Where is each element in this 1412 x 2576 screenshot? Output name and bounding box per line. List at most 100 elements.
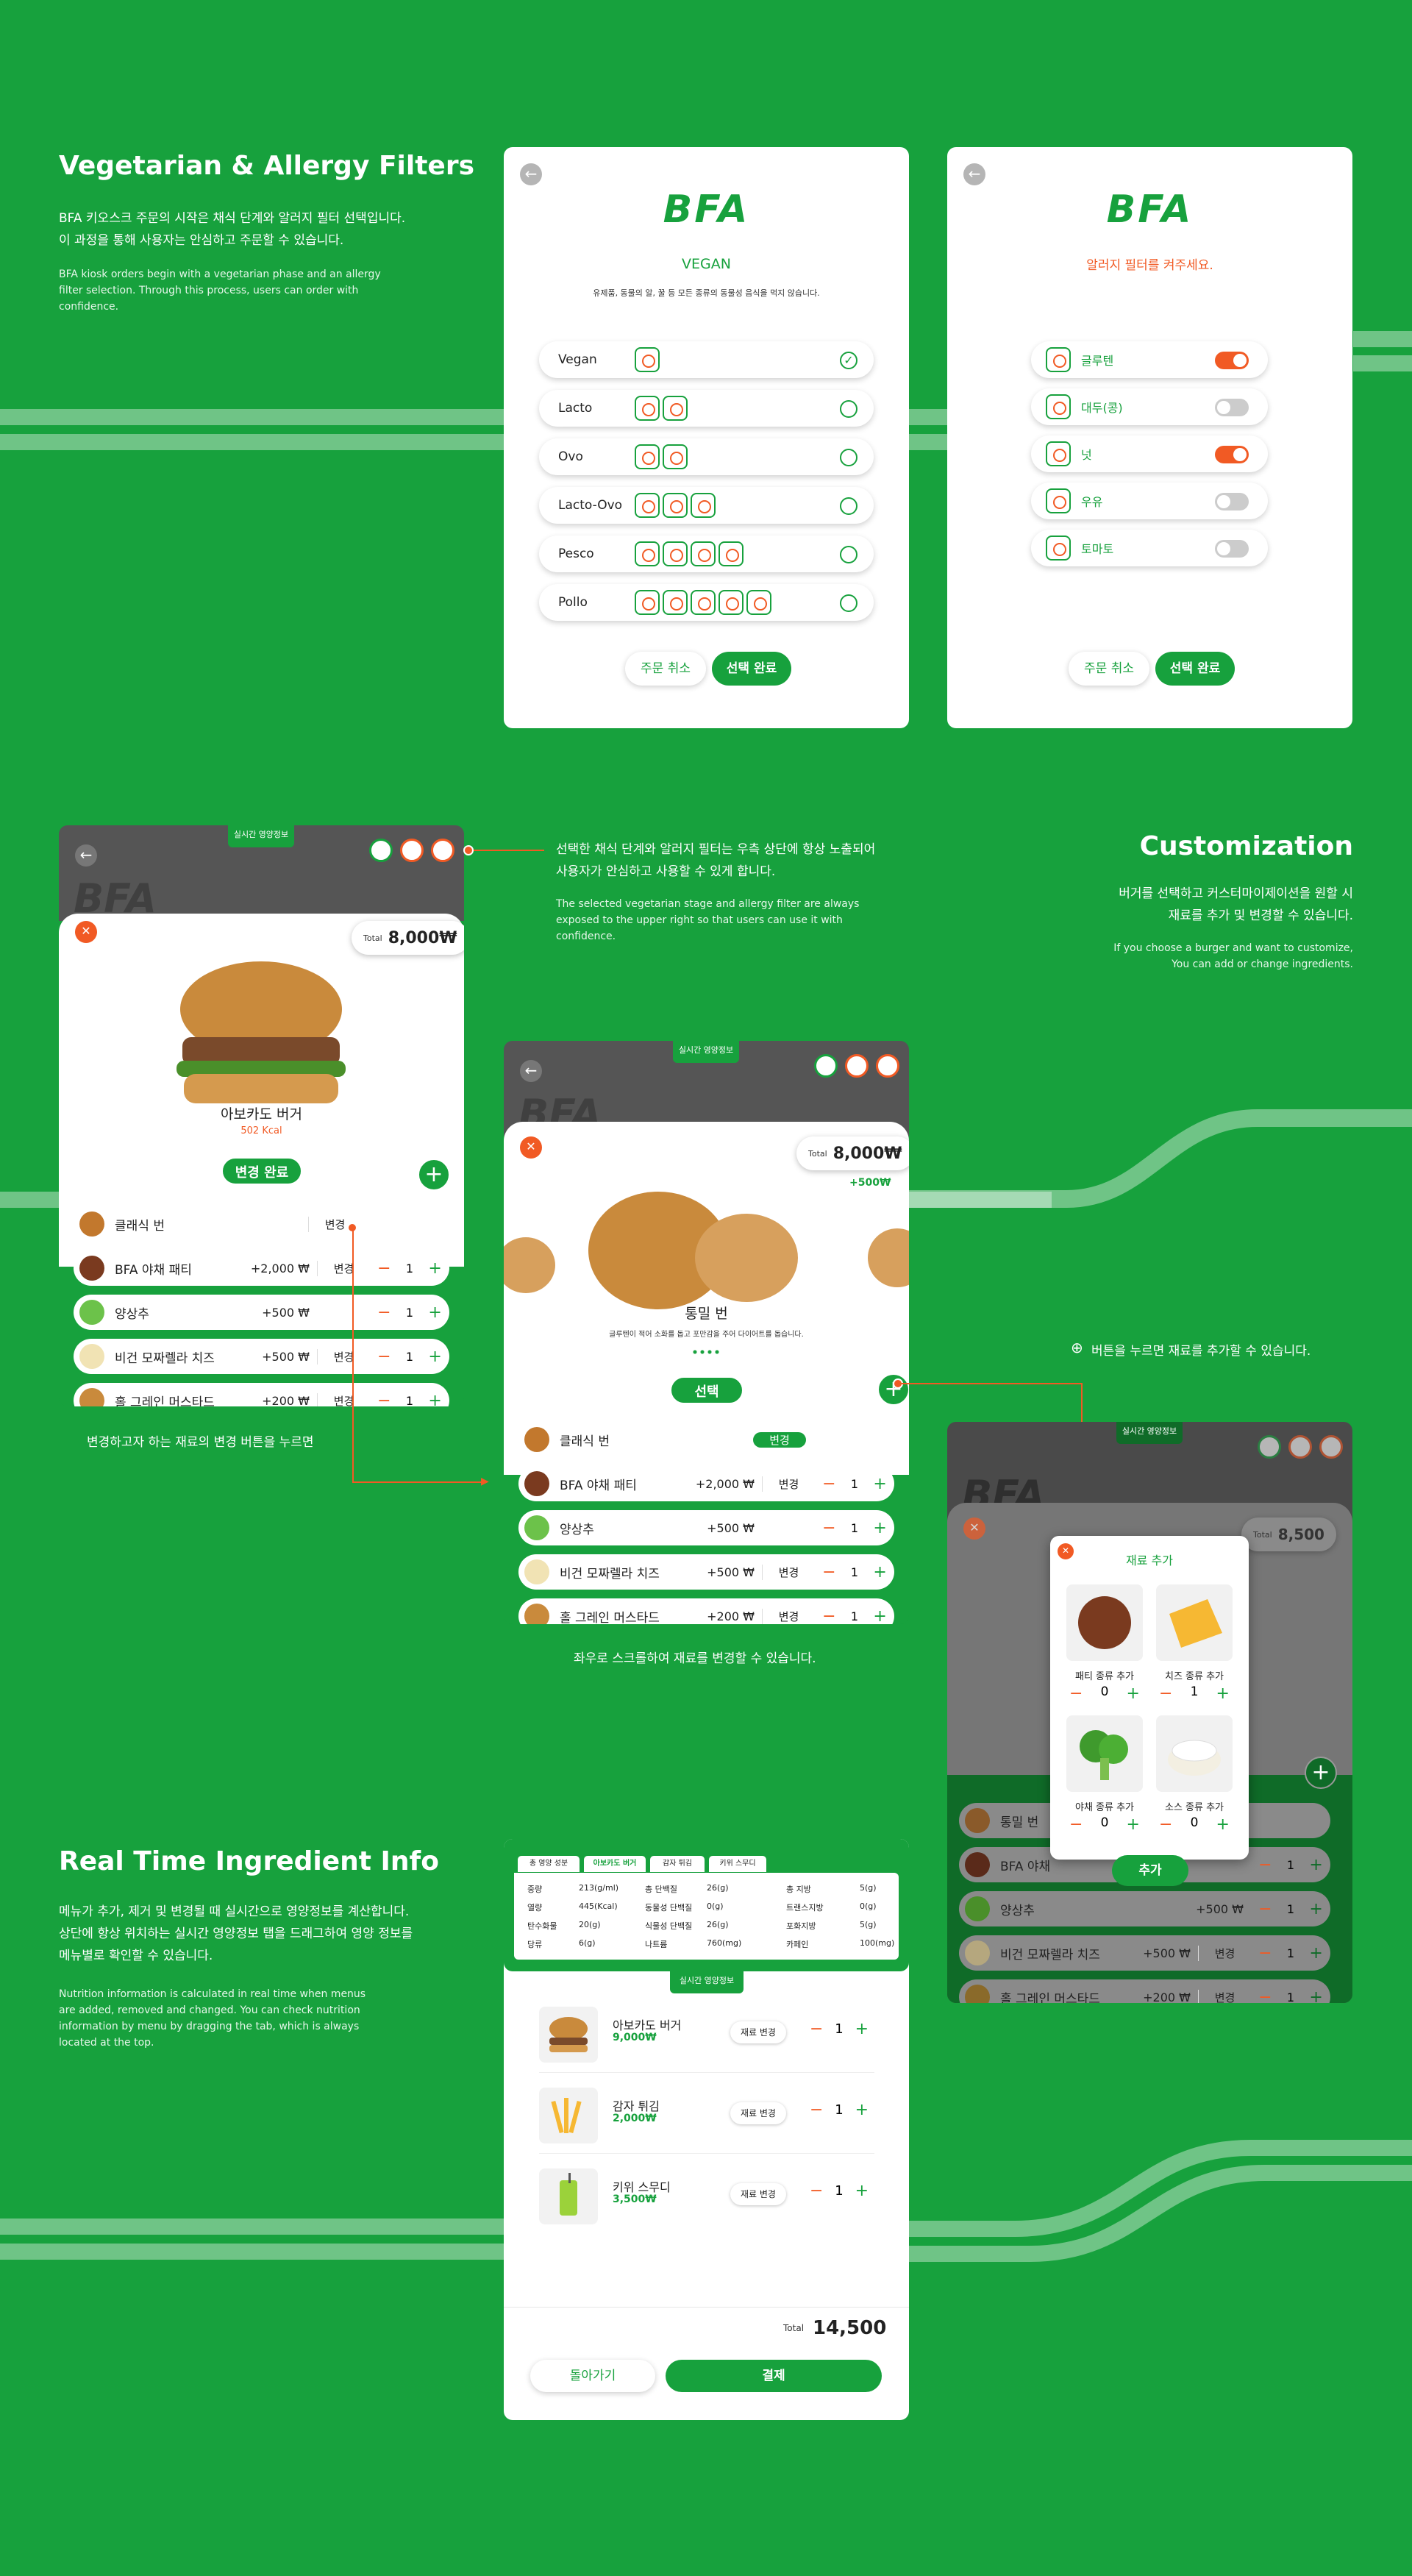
- change-button[interactable]: 변경: [762, 1476, 815, 1492]
- back-icon[interactable]: ←: [75, 844, 97, 867]
- change-button[interactable]: 변경: [762, 1564, 815, 1580]
- minus-icon[interactable]: −: [1258, 1944, 1272, 1963]
- qty-stepper[interactable]: −1 +: [804, 2020, 874, 2038]
- plus-icon[interactable]: +: [873, 1519, 886, 1537]
- qty-stepper[interactable]: −1 +: [1150, 1684, 1238, 1703]
- close-icon[interactable]: ✕: [963, 1518, 985, 1540]
- plus-icon[interactable]: +: [873, 1475, 886, 1493]
- plus-icon[interactable]: +: [1309, 1900, 1322, 1918]
- plus-icon[interactable]: +: [1309, 1856, 1322, 1874]
- option-pesco[interactable]: Pesco: [539, 536, 874, 572]
- change-button[interactable]: 변경: [1198, 1945, 1251, 1961]
- change-ingredient-button[interactable]: 재료 변경: [730, 2183, 786, 2205]
- qty-stepper[interactable]: −1 +: [1251, 1900, 1330, 1918]
- qty-stepper[interactable]: −1 +: [815, 1475, 894, 1493]
- qty-stepper[interactable]: −1 +: [815, 1607, 894, 1625]
- plus-icon[interactable]: +: [855, 2101, 869, 2119]
- patty-tile[interactable]: [1066, 1584, 1143, 1661]
- nutrition-tab[interactable]: 아보카도 버거: [583, 1855, 646, 1873]
- realtime-nutrition-tab[interactable]: 실시간 영양정보: [228, 825, 294, 847]
- qty-stepper[interactable]: −1 +: [370, 1303, 449, 1322]
- minus-icon[interactable]: −: [1069, 1684, 1083, 1703]
- back-icon[interactable]: ←: [963, 163, 985, 185]
- minus-icon[interactable]: −: [1159, 1815, 1172, 1834]
- plus-icon[interactable]: +: [873, 1607, 886, 1625]
- allergy-tomato[interactable]: 토마토: [1031, 530, 1268, 566]
- add-confirm-button[interactable]: 추가: [1112, 1855, 1188, 1886]
- allergy-gluten[interactable]: 글루텐: [1031, 341, 1268, 378]
- option-pollo[interactable]: Pollo: [539, 584, 874, 621]
- plus-icon[interactable]: +: [1309, 1988, 1322, 2004]
- change-button[interactable]: 변경: [317, 1260, 370, 1276]
- change-done-button[interactable]: 변경 완료: [221, 1156, 303, 1186]
- plus-icon[interactable]: +: [428, 1303, 441, 1322]
- minus-icon[interactable]: −: [377, 1259, 391, 1278]
- qty-stepper[interactable]: −1 +: [815, 1519, 894, 1537]
- qty-stepper[interactable]: − 0 +: [1060, 1684, 1149, 1703]
- nutrition-tab[interactable]: 키위 스무디: [708, 1855, 767, 1873]
- option-lacto-ovo[interactable]: Lacto-Ovo: [539, 487, 874, 524]
- qty-stepper[interactable]: −1 +: [804, 2182, 874, 2200]
- plus-icon[interactable]: +: [428, 1348, 441, 1366]
- qty-stepper[interactable]: −1 +: [815, 1563, 894, 1581]
- toggle-switch[interactable]: [1215, 540, 1249, 558]
- minus-icon[interactable]: −: [1069, 1815, 1083, 1834]
- change-button[interactable]: 변경: [317, 1392, 370, 1406]
- back-icon[interactable]: ←: [520, 1060, 542, 1082]
- sauce-tile[interactable]: [1156, 1715, 1233, 1792]
- nutrition-tab[interactable]: 총 영양 성분: [517, 1855, 580, 1873]
- toggle-switch[interactable]: [1215, 352, 1249, 369]
- toggle-switch[interactable]: [1215, 399, 1249, 416]
- minus-icon[interactable]: −: [1258, 1856, 1272, 1874]
- minus-icon[interactable]: −: [1258, 1988, 1272, 2004]
- back-button[interactable]: 돌아가기: [530, 2360, 655, 2392]
- plus-icon[interactable]: +: [1127, 1815, 1140, 1834]
- realtime-nutrition-tab[interactable]: 실시간 영양정보: [670, 1971, 744, 1993]
- back-icon[interactable]: ←: [520, 163, 542, 185]
- plus-icon[interactable]: +: [1216, 1684, 1230, 1703]
- qty-stepper[interactable]: −1 +: [370, 1348, 449, 1366]
- minus-icon[interactable]: −: [822, 1563, 835, 1581]
- cancel-order-button[interactable]: 주문 취소: [1069, 652, 1149, 686]
- minus-icon[interactable]: −: [377, 1392, 391, 1407]
- minus-icon[interactable]: −: [810, 2182, 823, 2200]
- change-button[interactable]: 변경: [317, 1348, 370, 1365]
- qty-stepper[interactable]: −1 +: [1251, 1944, 1330, 1963]
- pay-button[interactable]: 결제: [666, 2360, 882, 2392]
- close-icon[interactable]: ✕: [75, 921, 97, 943]
- option-vegan[interactable]: Vegan ✓: [539, 341, 874, 378]
- add-ingredient-button[interactable]: +: [418, 1159, 450, 1191]
- vegetable-tile[interactable]: [1066, 1715, 1143, 1792]
- change-button[interactable]: 변경: [1198, 1989, 1251, 2003]
- plus-icon[interactable]: +: [1127, 1684, 1140, 1703]
- option-ovo[interactable]: Ovo: [539, 438, 874, 475]
- confirm-button[interactable]: 선택 완료: [1155, 652, 1235, 686]
- toggle-switch[interactable]: [1215, 493, 1249, 510]
- qty-stepper[interactable]: −1 +: [370, 1392, 449, 1407]
- toggle-switch[interactable]: [1215, 446, 1249, 463]
- plus-icon[interactable]: +: [428, 1259, 441, 1278]
- qty-stepper[interactable]: −1 +: [370, 1259, 449, 1278]
- minus-icon[interactable]: −: [822, 1607, 835, 1625]
- minus-icon[interactable]: −: [1258, 1900, 1272, 1918]
- realtime-nutrition-tab[interactable]: 실시간 영양정보: [673, 1041, 739, 1063]
- minus-icon[interactable]: −: [377, 1303, 391, 1322]
- add-ingredient-button[interactable]: +: [1305, 1757, 1337, 1789]
- cancel-order-button[interactable]: 주문 취소: [625, 652, 706, 686]
- change-button[interactable]: 변경: [762, 1608, 815, 1624]
- qty-stepper[interactable]: − 0 +: [1060, 1815, 1149, 1834]
- close-icon[interactable]: ✕: [520, 1136, 542, 1159]
- minus-icon[interactable]: −: [377, 1348, 391, 1366]
- minus-icon[interactable]: −: [810, 2020, 823, 2038]
- plus-icon[interactable]: +: [873, 1563, 886, 1581]
- nutrition-tab[interactable]: 감자 튀김: [649, 1855, 705, 1873]
- change-ingredient-button[interactable]: 재료 변경: [730, 2102, 786, 2124]
- minus-icon[interactable]: −: [822, 1519, 835, 1537]
- select-button[interactable]: 선택: [669, 1376, 744, 1405]
- confirm-button[interactable]: 선택 완료: [712, 652, 791, 686]
- plus-icon[interactable]: +: [855, 2182, 869, 2200]
- minus-icon[interactable]: −: [810, 2101, 823, 2119]
- minus-icon[interactable]: −: [1159, 1684, 1172, 1703]
- cheese-tile[interactable]: [1156, 1584, 1233, 1661]
- change-button[interactable]: 변경: [753, 1431, 806, 1448]
